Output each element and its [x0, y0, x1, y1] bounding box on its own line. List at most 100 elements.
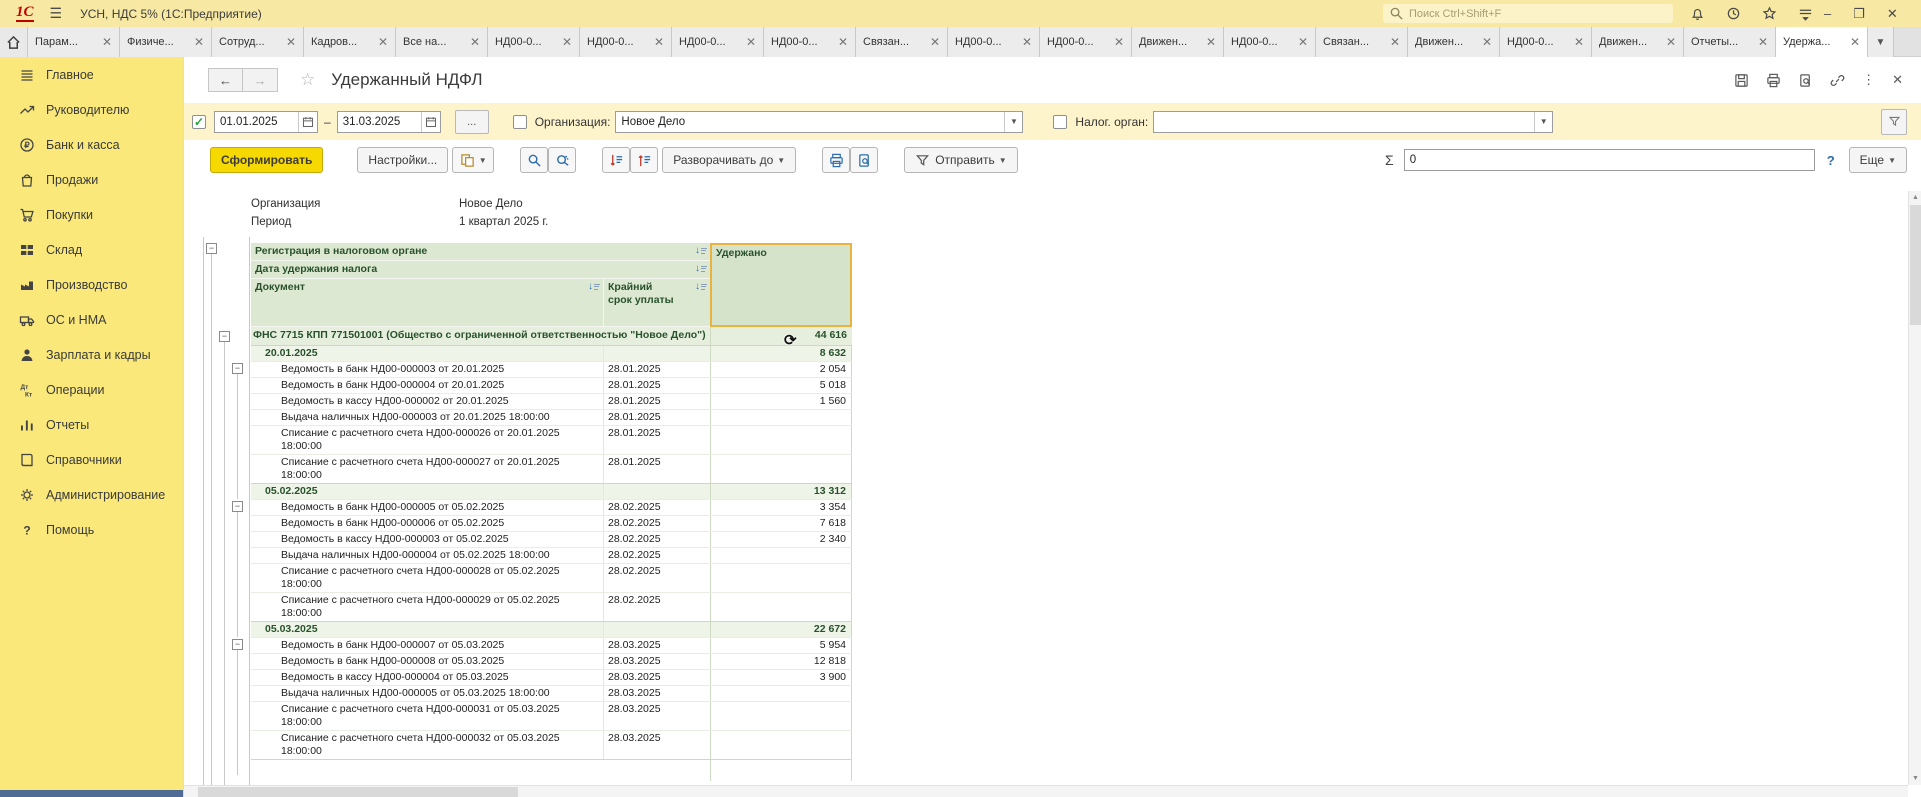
- chevron-down-icon[interactable]: ▼: [1534, 112, 1552, 132]
- doc-cell[interactable]: Ведомость в кассу НД00-000003 от 05.02.2…: [251, 532, 603, 547]
- favorites-star-icon[interactable]: [1762, 6, 1777, 21]
- due-cell[interactable]: 28.03.2025: [603, 731, 710, 759]
- help-button[interactable]: ?: [1827, 153, 1835, 168]
- preview-icon[interactable]: [1798, 73, 1813, 88]
- tab-9[interactable]: НД00-0...✕: [764, 27, 856, 57]
- due-cell[interactable]: 28.01.2025: [603, 378, 710, 393]
- sidebar-item-staff[interactable]: Зарплата и кадры: [0, 337, 183, 372]
- due-cell[interactable]: 28.03.2025: [603, 702, 710, 730]
- tab-close-icon[interactable]: ✕: [470, 35, 480, 49]
- due-cell[interactable]: 28.01.2025: [603, 455, 710, 483]
- generate-button[interactable]: Сформировать: [210, 147, 323, 173]
- doc-cell[interactable]: Выдача наличных НД00-000003 от 20.01.202…: [251, 410, 603, 425]
- tab-5[interactable]: Все на...✕: [396, 27, 488, 57]
- period-more-button[interactable]: ...: [455, 110, 489, 134]
- amount-cell[interactable]: 2 340: [710, 532, 852, 547]
- document-row[interactable]: Списание с расчетного счета НД00-000031 …: [251, 701, 852, 730]
- group-date-cell[interactable]: 05.03.2025: [251, 622, 603, 637]
- group-amount-cell[interactable]: 8 632: [710, 346, 852, 361]
- sort-icon[interactable]: ↓: [588, 281, 600, 292]
- tab-close-icon[interactable]: ✕: [1850, 35, 1860, 49]
- doc-cell[interactable]: Выдача наличных НД00-000005 от 05.03.202…: [251, 686, 603, 701]
- collapse-groups-button[interactable]: [602, 147, 630, 173]
- due-cell[interactable]: 28.02.2025: [603, 532, 710, 547]
- tab-close-icon[interactable]: ✕: [838, 35, 848, 49]
- expander-root[interactable]: −: [206, 243, 217, 254]
- tab-close-icon[interactable]: ✕: [562, 35, 572, 49]
- amount-cell[interactable]: 3 900: [710, 670, 852, 685]
- doc-cell[interactable]: Списание с расчетного счета НД00-000029 …: [251, 593, 603, 621]
- nav-back-button[interactable]: ←: [208, 68, 243, 92]
- more-button[interactable]: Еще ▼: [1849, 147, 1907, 173]
- autosum-field[interactable]: 0: [1404, 149, 1815, 171]
- tax-authority-combobox[interactable]: ▼: [1153, 111, 1553, 133]
- date-group-row-1[interactable]: 20.01.20258 632: [251, 345, 852, 361]
- due-cell[interactable]: 28.02.2025: [603, 516, 710, 531]
- tab-close-icon[interactable]: ✕: [1482, 35, 1492, 49]
- favorite-star-icon[interactable]: ☆: [300, 70, 315, 90]
- find-next-button[interactable]: [548, 147, 576, 173]
- organization-checkbox[interactable]: [513, 115, 527, 129]
- doc-cell[interactable]: Ведомость в банк НД00-000004 от 20.01.20…: [251, 378, 603, 393]
- amount-cell[interactable]: 5 018: [710, 378, 852, 393]
- tab-19[interactable]: Отчеты...✕: [1684, 27, 1776, 57]
- tab-close-icon[interactable]: ✕: [102, 35, 112, 49]
- tab-4[interactable]: Кадров...✕: [304, 27, 396, 57]
- expand-to-button[interactable]: Разворачивать до ▼: [662, 147, 796, 173]
- sidebar-item-sections[interactable]: Главное: [0, 57, 183, 92]
- more-kebab-icon[interactable]: ⋮: [1862, 72, 1875, 88]
- amount-cell[interactable]: 3 354: [710, 500, 852, 515]
- amount-cell[interactable]: [710, 455, 852, 483]
- document-row[interactable]: Ведомость в банк НД00-000008 от 05.03.20…: [251, 653, 852, 669]
- document-row[interactable]: Выдача наличных НД00-000003 от 20.01.202…: [251, 409, 852, 425]
- tab-close-icon[interactable]: ✕: [1758, 35, 1768, 49]
- amount-cell[interactable]: 7 618: [710, 516, 852, 531]
- amount-cell[interactable]: [710, 410, 852, 425]
- tab-17[interactable]: НД00-0...✕: [1500, 27, 1592, 57]
- tab-7[interactable]: НД00-0...✕: [580, 27, 672, 57]
- calendar-icon[interactable]: [298, 112, 317, 132]
- due-cell[interactable]: 28.01.2025: [603, 362, 710, 377]
- group-due-cell[interactable]: [603, 622, 710, 637]
- doc-cell[interactable]: Ведомость в банк НД00-000005 от 05.02.20…: [251, 500, 603, 515]
- horizontal-scrollbar[interactable]: [184, 785, 1908, 797]
- close-window-icon[interactable]: ✕: [1887, 6, 1898, 22]
- amount-cell[interactable]: 2 054: [710, 362, 852, 377]
- print-button[interactable]: [822, 147, 850, 173]
- document-row[interactable]: Ведомость в кассу НД00-000004 от 05.03.2…: [251, 669, 852, 685]
- notifications-bell-icon[interactable]: [1690, 6, 1705, 21]
- tab-6[interactable]: НД00-0...✕: [488, 27, 580, 57]
- tab-close-icon[interactable]: ✕: [1022, 35, 1032, 49]
- amount-cell[interactable]: 1 560: [710, 394, 852, 409]
- sidebar-item-purchases[interactable]: Покупки: [0, 197, 183, 232]
- total-row-fns[interactable]: ФНС 7715 КПП 771501001 (Общество с огран…: [251, 327, 852, 345]
- amount-cell[interactable]: [710, 426, 852, 454]
- tab-11[interactable]: НД00-0...✕: [948, 27, 1040, 57]
- document-row[interactable]: Списание с расчетного счета НД00-000032 …: [251, 730, 852, 759]
- expand-groups-button[interactable]: [630, 147, 658, 173]
- period-to-input[interactable]: 31.03.2025: [337, 111, 441, 133]
- sidebar-item-warehouse[interactable]: Склад: [0, 232, 183, 267]
- vertical-scrollbar[interactable]: ▲ ▼: [1908, 191, 1921, 785]
- document-row[interactable]: Списание с расчетного счета НД00-000027 …: [251, 454, 852, 483]
- due-cell[interactable]: 28.01.2025: [603, 410, 710, 425]
- sidebar-item-trend[interactable]: Руководителю: [0, 92, 183, 127]
- date-group-row-2[interactable]: 05.02.202513 312: [251, 483, 852, 499]
- due-cell[interactable]: 28.01.2025: [603, 426, 710, 454]
- document-row[interactable]: Ведомость в банк НД00-000005 от 05.02.20…: [251, 499, 852, 515]
- amount-cell[interactable]: [710, 564, 852, 592]
- document-row[interactable]: Ведомость в банк НД00-000006 от 05.02.20…: [251, 515, 852, 531]
- find-button[interactable]: [520, 147, 548, 173]
- vscroll-thumb[interactable]: [1910, 205, 1921, 325]
- due-cell[interactable]: 28.01.2025: [603, 394, 710, 409]
- doc-cell[interactable]: Списание с расчетного счета НД00-000028 …: [251, 564, 603, 592]
- group-date-cell[interactable]: 05.02.2025: [251, 484, 603, 499]
- sidebar-item-reports[interactable]: Отчеты: [0, 407, 183, 442]
- hscroll-thumb[interactable]: [198, 787, 518, 797]
- sidebar-item-production[interactable]: Производство: [0, 267, 183, 302]
- home-tab[interactable]: [0, 27, 28, 57]
- tab-close-icon[interactable]: ✕: [194, 35, 204, 49]
- due-cell[interactable]: 28.02.2025: [603, 500, 710, 515]
- tab-14[interactable]: НД00-0...✕: [1224, 27, 1316, 57]
- document-row[interactable]: Выдача наличных НД00-000004 от 05.02.202…: [251, 547, 852, 563]
